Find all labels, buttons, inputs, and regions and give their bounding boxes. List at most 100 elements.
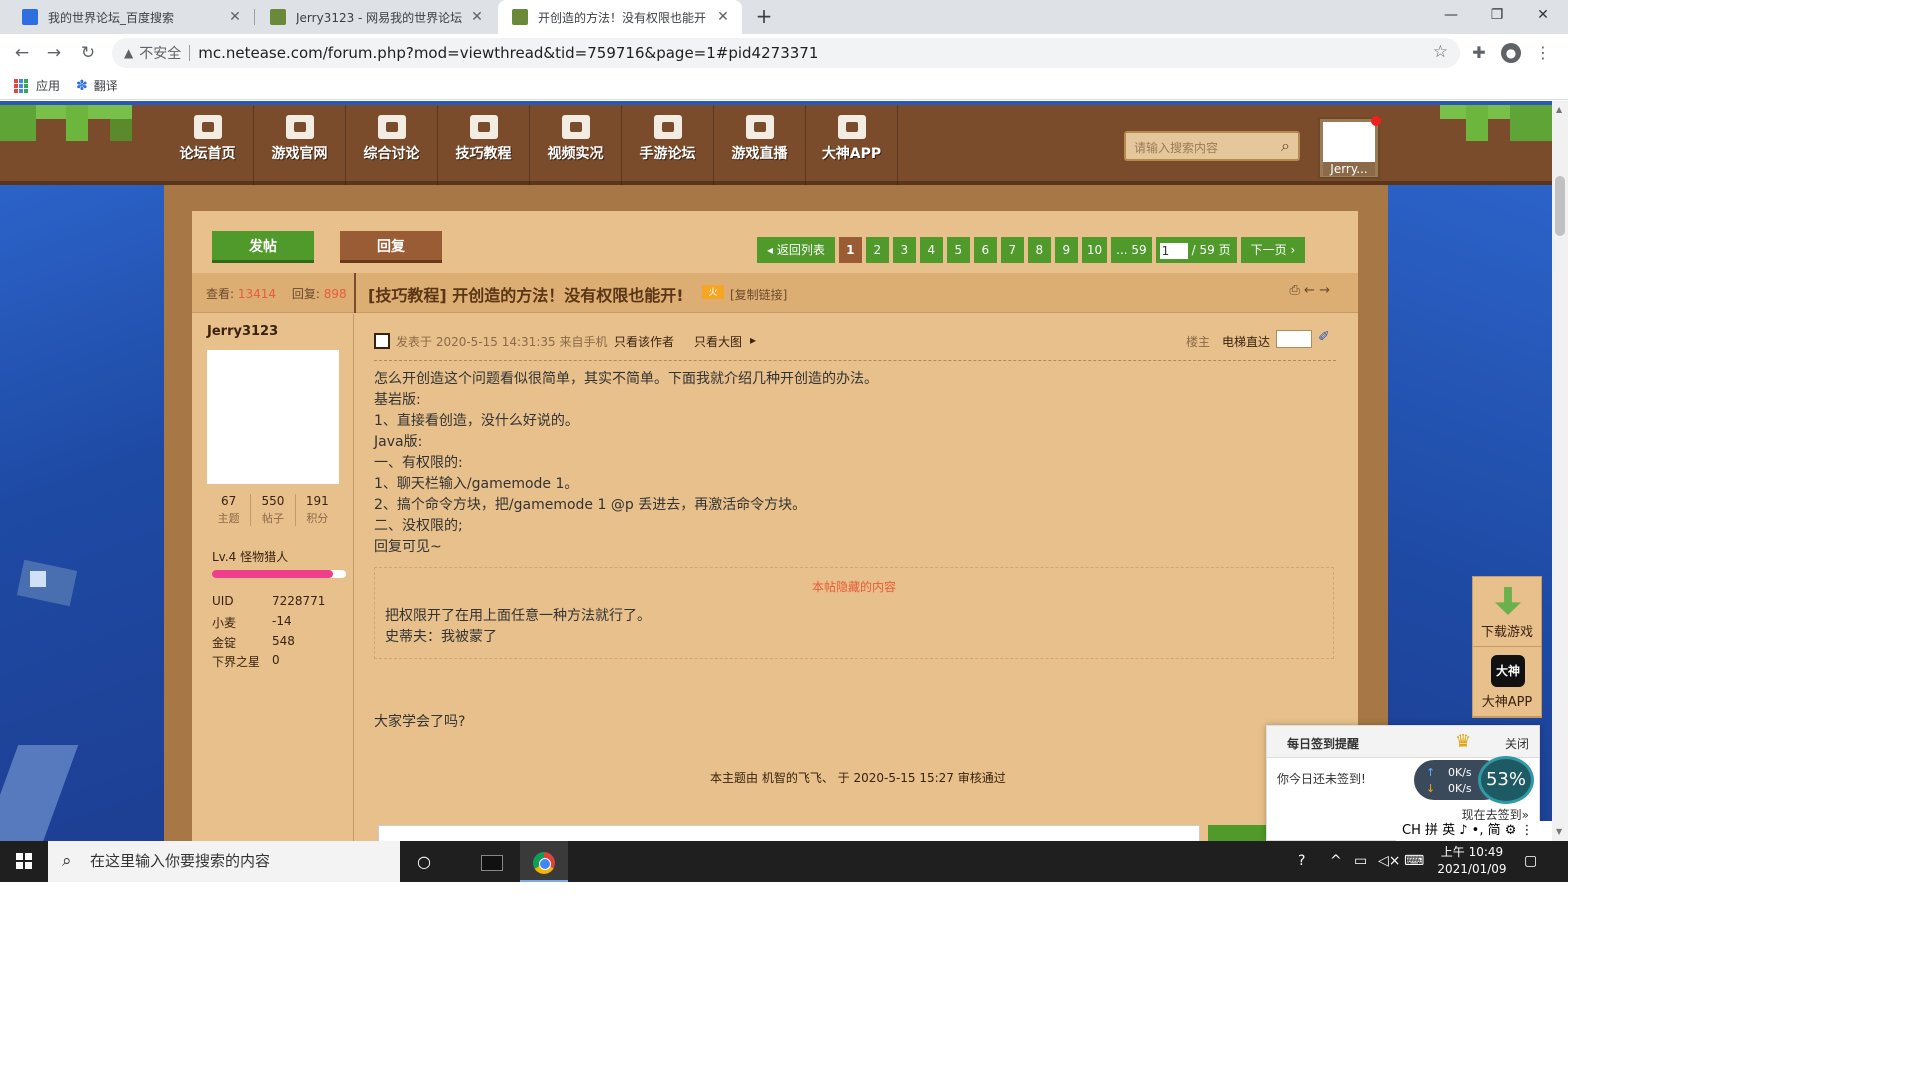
jump-go-icon[interactable]: ✐ xyxy=(1318,329,1330,345)
nav-mobile-forum[interactable]: 手游论坛 xyxy=(622,105,714,185)
terminal-app[interactable] xyxy=(468,841,516,882)
close-tab-icon[interactable]: ✕ xyxy=(714,9,732,25)
next-page-button[interactable]: 下一页 › xyxy=(1240,237,1306,263)
quick-reply-box[interactable] xyxy=(378,825,1200,841)
memory-percent: 53% xyxy=(1478,756,1534,804)
baidu-paw-icon: ✽ xyxy=(76,77,88,94)
address-bar[interactable]: ▲ 不安全 mc.netease.com/forum.php?mod=viewt… xyxy=(112,38,1460,68)
nav-discussion[interactable]: 综合讨论 xyxy=(346,105,438,185)
taskbar-search-box[interactable]: ⌕ 在这里输入你要搜索的内容 xyxy=(48,841,400,882)
bookmark-apps[interactable]: 应用 xyxy=(14,77,60,94)
tab-user-profile[interactable]: Jerry3123 - 网易我的世界论坛 ✕ xyxy=(256,0,496,34)
page-link[interactable]: 8 xyxy=(1027,237,1051,263)
nav-game-site[interactable]: 游戏官网 xyxy=(254,105,346,185)
dashen-app-button[interactable]: 大神 大神APP xyxy=(1473,647,1541,717)
tv-icon xyxy=(745,115,774,139)
scrollbar-thumb[interactable] xyxy=(1555,176,1565,236)
replies-count: 898 xyxy=(323,287,347,301)
only-image-link[interactable]: 只看大图 xyxy=(694,333,742,350)
network-speed-widget[interactable]: ↑ 0K/s ↓ 0K/s 53% xyxy=(1414,756,1538,804)
nav-dashen-app[interactable]: 大神APP xyxy=(806,105,898,185)
close-tab-icon[interactable]: ✕ xyxy=(226,9,244,25)
chrome-app[interactable] xyxy=(520,841,568,882)
count-posts[interactable]: 550 帖子 xyxy=(251,494,296,526)
page-link[interactable]: 6 xyxy=(973,237,997,263)
grass-decoration xyxy=(110,119,132,141)
page-jump: 1/ 59 页 xyxy=(1155,237,1237,263)
count-points[interactable]: 191 积分 xyxy=(296,494,339,526)
close-tab-icon[interactable]: ✕ xyxy=(468,9,486,25)
count-value: 67 xyxy=(221,494,237,508)
cortana-icon[interactable]: ○ xyxy=(400,841,448,882)
user-avatar[interactable]: Jerry... xyxy=(1320,116,1381,177)
author-name[interactable]: Jerry3123 xyxy=(207,324,278,339)
next-thread-icon[interactable]: → xyxy=(1319,283,1330,298)
copy-link[interactable]: [复制链接] xyxy=(730,286,787,303)
author-avatar[interactable] xyxy=(207,350,339,484)
notification-center-icon[interactable]: ▢ xyxy=(1524,841,1537,882)
page-jump-input[interactable]: 1 xyxy=(1159,242,1188,259)
only-author-link[interactable]: 只看该作者 xyxy=(614,333,674,350)
reload-icon[interactable]: ↻ xyxy=(76,41,100,65)
print-icon[interactable]: ⎙ xyxy=(1290,283,1300,298)
reply-button[interactable]: 回复 xyxy=(340,231,442,263)
page-link[interactable]: 2 xyxy=(865,237,889,263)
back-to-list-button[interactable]: ◂ 返回列表 xyxy=(757,237,835,263)
nav-forum-home[interactable]: 论坛首页 xyxy=(162,105,254,185)
page-link[interactable]: 7 xyxy=(1000,237,1024,263)
scroll-up-icon[interactable]: ▲ xyxy=(1556,105,1562,114)
help-icon[interactable]: ? xyxy=(1298,841,1305,882)
post-line: 二、没权限的; xyxy=(374,518,463,534)
nav-videos[interactable]: 视频实况 xyxy=(530,105,622,185)
scroll-down-icon[interactable]: ▼ xyxy=(1556,827,1562,836)
back-icon[interactable]: ← xyxy=(10,41,34,65)
field-key: UID xyxy=(212,594,234,608)
tab-title: 我的世界论坛_百度搜索 xyxy=(48,10,175,25)
floor-jump-input[interactable] xyxy=(1276,330,1312,348)
level-progress-fill xyxy=(212,570,333,578)
forum-search-input[interactable]: 请输入搜索内容 ⌕ xyxy=(1124,131,1300,161)
nav-live[interactable]: 游戏直播 xyxy=(714,105,806,185)
qr-code-icon[interactable] xyxy=(374,333,390,349)
page-link[interactable]: 5 xyxy=(946,237,970,263)
forward-icon[interactable]: → xyxy=(42,41,66,65)
page-scrollbar[interactable]: ▲ ▼ xyxy=(1552,101,1568,841)
extensions-puzzle-icon[interactable]: ✚ xyxy=(1466,40,1492,66)
close-window-icon[interactable]: ✕ xyxy=(1520,0,1566,32)
page-link[interactable]: 3 xyxy=(892,237,916,263)
bookmark-star-icon[interactable]: ☆ xyxy=(1433,42,1448,62)
count-topics[interactable]: 67 主题 xyxy=(207,494,252,526)
start-button[interactable] xyxy=(0,841,48,882)
volume-mute-icon[interactable]: ◁× xyxy=(1378,841,1401,882)
tab-baidu-search[interactable]: 我的世界论坛_百度搜索 ✕ xyxy=(8,0,254,34)
page-link[interactable]: 10 xyxy=(1081,237,1108,263)
restore-icon[interactable]: ❐ xyxy=(1474,0,1520,32)
hidden-line: 史蒂夫：我被蒙了 xyxy=(385,629,497,645)
minimize-icon[interactable]: — xyxy=(1428,0,1474,32)
url-text: mc.netease.com/forum.php?mod=viewthread&… xyxy=(198,44,819,62)
post-line: 1、聊天栏输入/gamemode 1。 xyxy=(374,476,579,492)
menu-kebab-icon[interactable]: ⋮ xyxy=(1530,40,1556,66)
nav-tutorials[interactable]: 技巧教程 xyxy=(438,105,530,185)
page-link[interactable]: 4 xyxy=(919,237,943,263)
new-tab-icon[interactable]: + xyxy=(752,4,776,28)
popup-close-button[interactable]: 关闭 xyxy=(1505,735,1529,752)
system-clock[interactable]: 上午 10:49 2021/01/09 xyxy=(1434,844,1510,878)
quick-reply-submit[interactable] xyxy=(1208,825,1268,841)
page-link[interactable]: 9 xyxy=(1054,237,1078,263)
prev-thread-icon[interactable]: ← xyxy=(1304,283,1315,298)
tab-thread-active[interactable]: 开创造的方法！没有权限也能开 ✕ xyxy=(498,0,742,34)
search-icon[interactable]: ⌕ xyxy=(1281,136,1290,156)
new-post-button[interactable]: 发帖 xyxy=(212,231,314,263)
bookmark-translate[interactable]: ✽ 翻译 xyxy=(76,77,118,94)
decorative-block xyxy=(16,559,78,607)
thread-tools: ⎙ ← → xyxy=(1290,283,1331,298)
ime-toolbar[interactable]: CH 拼 英 ♪ •, 简 ⚙ ⋮ xyxy=(1396,821,1568,841)
keyboard-icon[interactable]: ⌨ xyxy=(1404,841,1424,882)
tray-chevron-icon[interactable]: ^ xyxy=(1330,841,1342,882)
page-link[interactable]: 1 xyxy=(838,237,862,263)
page-link-last[interactable]: ... 59 xyxy=(1111,237,1152,263)
profile-icon[interactable]: ● xyxy=(1498,40,1524,66)
battery-icon[interactable]: ▭ xyxy=(1354,841,1367,882)
download-game-button[interactable]: 下载游戏 xyxy=(1473,577,1541,647)
